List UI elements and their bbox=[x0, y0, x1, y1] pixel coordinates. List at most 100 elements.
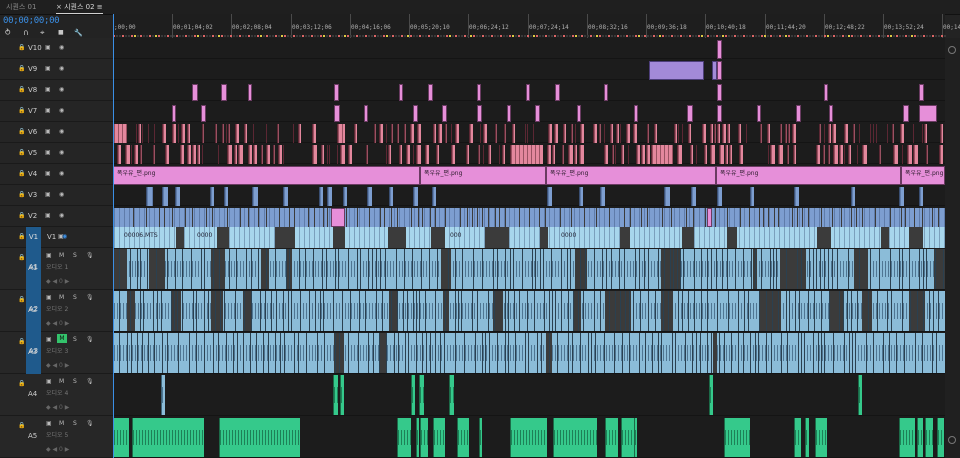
clip[interactable] bbox=[413, 105, 418, 122]
clip[interactable] bbox=[266, 145, 270, 164]
clip[interactable] bbox=[767, 124, 770, 143]
clip[interactable] bbox=[628, 145, 629, 164]
source-patch-video[interactable]: V1 bbox=[26, 227, 41, 248]
clip[interactable] bbox=[554, 124, 558, 143]
clip[interactable] bbox=[704, 145, 707, 164]
clip[interactable] bbox=[788, 124, 790, 143]
clip[interactable] bbox=[626, 124, 630, 143]
sync-lock-icon[interactable]: ▣ bbox=[46, 294, 52, 301]
clip[interactable] bbox=[722, 124, 726, 143]
clip[interactable] bbox=[399, 145, 402, 164]
clip[interactable] bbox=[165, 145, 169, 164]
clip-v4-a[interactable]: 폭우유_편.png bbox=[113, 166, 420, 185]
clip[interactable] bbox=[829, 105, 833, 122]
solo-button[interactable]: S bbox=[73, 378, 77, 385]
clip[interactable] bbox=[329, 145, 330, 164]
clip[interactable] bbox=[739, 145, 743, 164]
clip[interactable] bbox=[244, 124, 247, 143]
solo-button[interactable]: S bbox=[73, 336, 77, 343]
clip[interactable] bbox=[547, 187, 552, 206]
clip[interactable] bbox=[785, 124, 787, 143]
clip[interactable] bbox=[674, 124, 677, 143]
clip[interactable] bbox=[510, 145, 543, 164]
clip[interactable] bbox=[433, 124, 436, 143]
clip[interactable] bbox=[293, 124, 294, 143]
clip[interactable] bbox=[851, 187, 855, 206]
lock-icon[interactable]: 🔒 bbox=[18, 422, 25, 429]
solo-button[interactable]: S bbox=[73, 420, 77, 427]
clip[interactable] bbox=[552, 145, 555, 164]
sync-lock-icon[interactable]: ▣ bbox=[46, 420, 52, 427]
clip[interactable] bbox=[413, 187, 418, 206]
eye-icon[interactable]: ◉ bbox=[59, 107, 64, 114]
clip[interactable] bbox=[633, 124, 637, 143]
clip[interactable] bbox=[562, 145, 564, 164]
clip[interactable] bbox=[604, 145, 608, 164]
clip[interactable] bbox=[416, 145, 421, 164]
mute-button[interactable]: M bbox=[57, 334, 67, 343]
clip[interactable] bbox=[717, 40, 722, 59]
clip[interactable] bbox=[337, 145, 338, 164]
clip[interactable] bbox=[366, 145, 368, 164]
clip[interactable] bbox=[192, 84, 198, 101]
clip[interactable] bbox=[525, 124, 526, 143]
clip[interactable] bbox=[574, 145, 577, 164]
clip[interactable] bbox=[939, 145, 943, 164]
clip[interactable] bbox=[283, 145, 284, 164]
clip[interactable] bbox=[862, 145, 867, 164]
clip[interactable] bbox=[202, 145, 203, 164]
clip[interactable] bbox=[691, 187, 696, 206]
eye-icon[interactable]: ◉ bbox=[62, 233, 67, 240]
clip[interactable] bbox=[664, 187, 670, 206]
sync-lock-icon[interactable]: ▣ bbox=[46, 252, 52, 259]
clip[interactable] bbox=[278, 145, 282, 164]
clip[interactable] bbox=[610, 124, 613, 143]
clip[interactable] bbox=[621, 418, 634, 457]
clip[interactable] bbox=[224, 187, 228, 206]
clip[interactable] bbox=[714, 124, 716, 143]
clip[interactable] bbox=[187, 145, 191, 164]
clip[interactable] bbox=[113, 418, 129, 457]
clip[interactable] bbox=[367, 187, 372, 206]
clip[interactable] bbox=[902, 145, 903, 164]
eye-icon[interactable]: ◉ bbox=[59, 149, 64, 156]
clip[interactable] bbox=[678, 124, 679, 143]
clip[interactable] bbox=[228, 124, 230, 143]
clip[interactable] bbox=[386, 124, 387, 143]
clip[interactable] bbox=[815, 418, 827, 457]
clip-v4-c[interactable]: 폭우유_편.png bbox=[546, 166, 716, 185]
clip[interactable] bbox=[805, 418, 809, 457]
clip[interactable] bbox=[215, 124, 217, 143]
clip[interactable] bbox=[445, 124, 447, 143]
clip[interactable] bbox=[451, 124, 452, 143]
clip[interactable] bbox=[647, 124, 649, 143]
clip[interactable] bbox=[824, 84, 828, 101]
clip[interactable] bbox=[577, 105, 581, 122]
microphone-icon[interactable]: 🎙 bbox=[86, 252, 94, 259]
clip[interactable] bbox=[710, 145, 715, 164]
clip[interactable] bbox=[620, 124, 621, 143]
playhead[interactable] bbox=[113, 14, 114, 458]
clip[interactable] bbox=[654, 124, 657, 143]
clip[interactable] bbox=[488, 145, 491, 164]
clip[interactable] bbox=[480, 124, 481, 143]
lock-icon[interactable]: 🔒 bbox=[18, 44, 25, 51]
clip[interactable] bbox=[312, 124, 316, 143]
clip[interactable] bbox=[844, 145, 845, 164]
clip[interactable] bbox=[940, 124, 943, 143]
mute-button[interactable]: M bbox=[59, 420, 64, 427]
clip[interactable] bbox=[399, 84, 403, 101]
clip[interactable] bbox=[333, 375, 338, 415]
mute-button[interactable]: M bbox=[59, 378, 64, 385]
clip[interactable] bbox=[919, 105, 937, 122]
clip[interactable] bbox=[134, 145, 138, 164]
clip[interactable] bbox=[575, 124, 576, 143]
volume-control[interactable]: ◆ ◀ 0 ▶ bbox=[46, 278, 69, 285]
lock-icon[interactable]: 🔒 bbox=[18, 338, 25, 345]
lock-icon[interactable]: 🔒 bbox=[18, 86, 25, 93]
clip[interactable] bbox=[879, 145, 881, 164]
clip[interactable] bbox=[148, 124, 149, 143]
clip[interactable] bbox=[273, 145, 275, 164]
clip[interactable] bbox=[604, 84, 608, 101]
eye-icon[interactable]: ◉ bbox=[59, 86, 64, 93]
